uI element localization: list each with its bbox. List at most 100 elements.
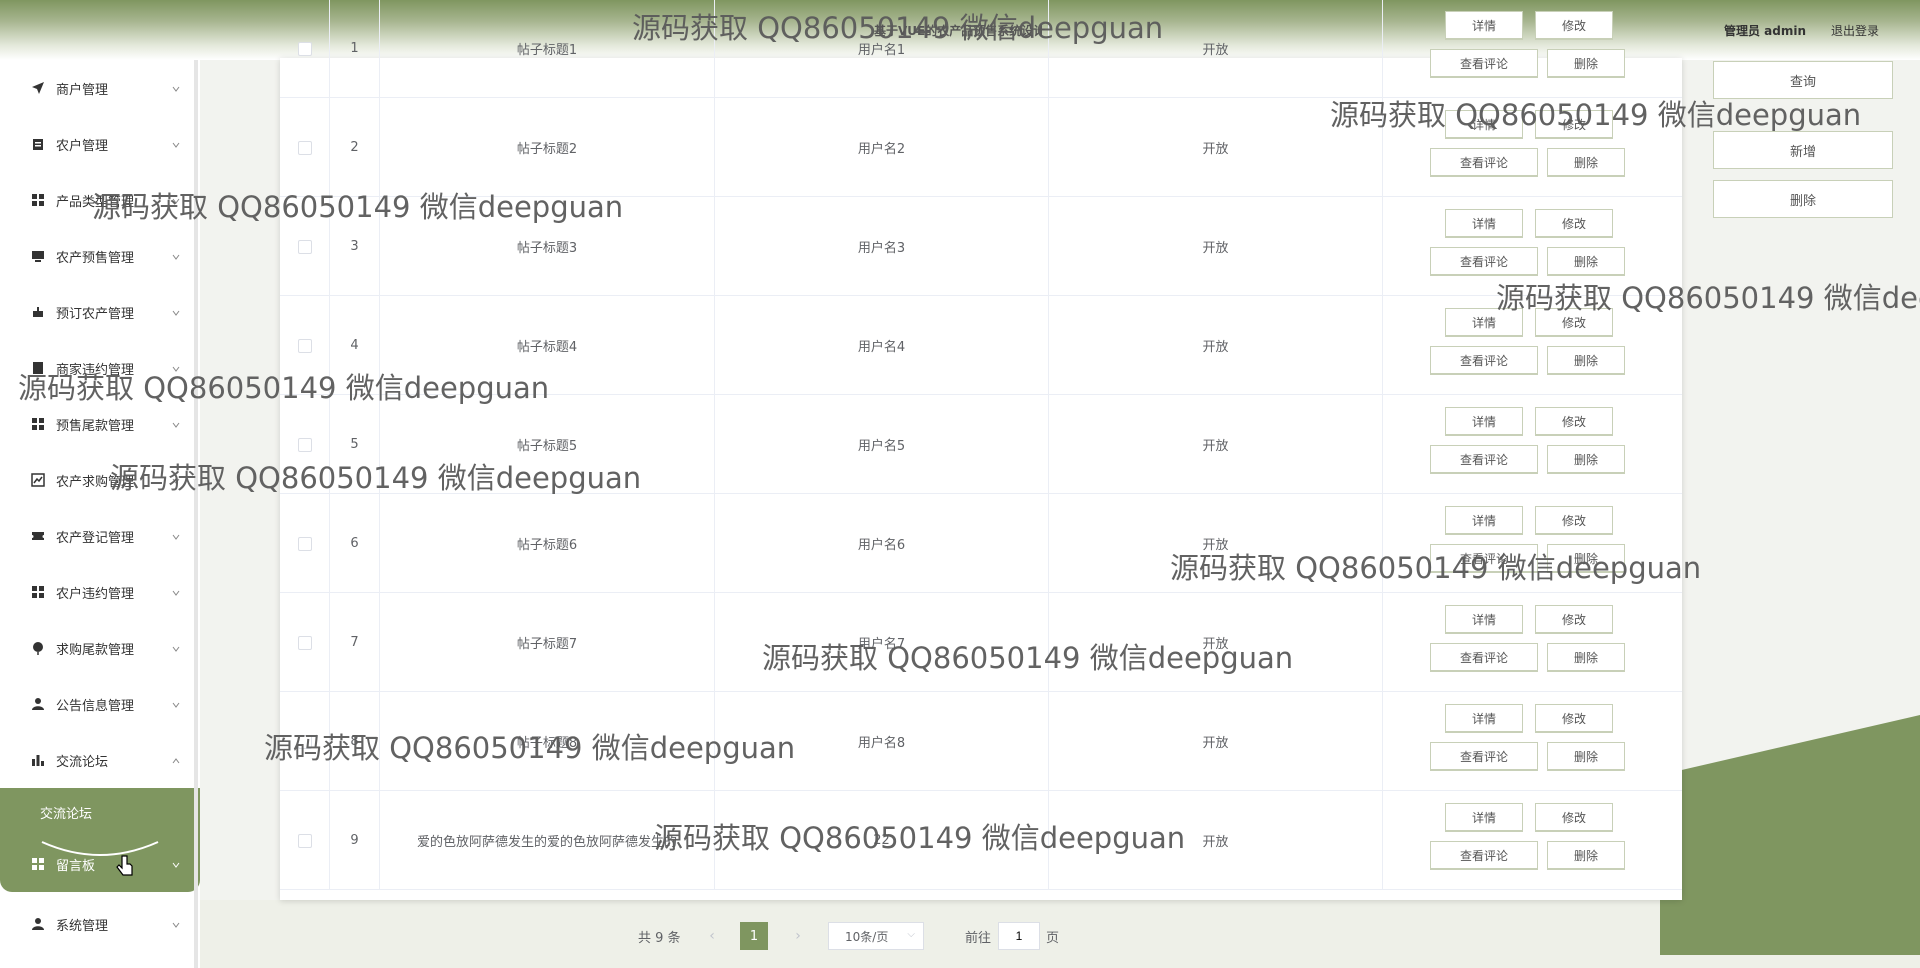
sidebar-item-label: 预订农产管理: [56, 306, 135, 322]
batch-delete-button[interactable]: 删除: [1713, 180, 1893, 218]
pin-icon: [30, 640, 46, 656]
sidebar-item-label: 交流论坛: [56, 754, 109, 770]
post-status: 开放: [1049, 692, 1383, 791]
sidebar-item[interactable]: 农户管理: [0, 116, 200, 172]
row-checkbox[interactable]: [297, 338, 312, 353]
chevron-down-icon: [172, 82, 180, 92]
row-actions: 详情 修改查看评论 删除: [1383, 791, 1682, 890]
delete-button[interactable]: 删除: [1547, 346, 1625, 374]
watermark: 源码获取 QQ86050149 微信deepguan: [762, 641, 1294, 675]
post-user: 用户名3: [715, 197, 1049, 296]
view-comments-button[interactable]: 查看评论: [1430, 148, 1538, 176]
detail-button[interactable]: 详情: [1445, 506, 1523, 534]
row-actions: 详情 修改查看评论 删除: [1383, 0, 1682, 98]
edit-button[interactable]: 修改: [1535, 506, 1613, 534]
sidebar-item-system[interactable]: 系统管理: [0, 896, 200, 952]
post-status: 开放: [1049, 197, 1383, 296]
watermark: 源码获取 QQ86050149 微信deepguan: [92, 190, 624, 224]
delete-button[interactable]: 删除: [1547, 247, 1625, 275]
prev-page-icon[interactable]: ‹: [702, 922, 722, 950]
row-checkbox[interactable]: [297, 437, 312, 452]
row-actions: 详情 修改查看评论 删除: [1383, 593, 1682, 692]
goto-page-input[interactable]: [998, 922, 1040, 950]
delete-button[interactable]: 删除: [1547, 445, 1625, 473]
user-icon: [30, 916, 46, 932]
delete-button[interactable]: 删除: [1547, 841, 1625, 869]
chevron-down-icon: [172, 642, 180, 652]
detail-button[interactable]: 详情: [1445, 803, 1523, 831]
row-checkbox[interactable]: [297, 635, 312, 650]
row-actions: 详情 修改查看评论 删除: [1383, 395, 1682, 494]
row-checkbox[interactable]: [297, 140, 312, 155]
sidebar-item[interactable]: 农产登记管理: [0, 508, 200, 564]
sidebar-item[interactable]: 商户管理: [0, 60, 200, 116]
admin-label: 管理员 admin: [1723, 24, 1806, 38]
sidebar-item-message-board[interactable]: 留言板: [0, 836, 200, 892]
delete-button[interactable]: 删除: [1547, 643, 1625, 671]
sidebar-item-label: 农户违约管理: [56, 586, 135, 602]
watermark: 源码获取 QQ86050149 微信deepguan: [110, 461, 642, 495]
chevron-down-icon: ⌵: [907, 929, 915, 940]
sidebar-item[interactable]: 交流论坛: [0, 732, 200, 788]
detail-button[interactable]: 详情: [1445, 704, 1523, 732]
detail-button[interactable]: 详情: [1445, 407, 1523, 435]
post-title: 帖子标题2: [380, 98, 715, 197]
sidebar-item-label: 求购尾款管理: [56, 642, 135, 658]
row-checkbox-cell: [280, 0, 330, 98]
delete-button[interactable]: 删除: [1547, 742, 1625, 770]
sidebar-item-label: 系统管理: [56, 918, 109, 934]
row-checkbox[interactable]: [297, 239, 312, 254]
delete-button[interactable]: 删除: [1547, 148, 1625, 176]
edit-button[interactable]: 修改: [1535, 605, 1613, 633]
view-comments-button[interactable]: 查看评论: [1430, 643, 1538, 671]
view-comments-button[interactable]: 查看评论: [1430, 742, 1538, 770]
edit-button[interactable]: 修改: [1535, 11, 1613, 39]
post-user: 用户名5: [715, 395, 1049, 494]
edit-button[interactable]: 修改: [1535, 803, 1613, 831]
view-comments-button[interactable]: 查看评论: [1430, 49, 1538, 77]
row-checkbox[interactable]: [297, 833, 312, 848]
trend-icon: [30, 472, 46, 488]
watermark: 源码获取 QQ86050149 微信deepguan: [18, 371, 550, 405]
chevron-down-icon: [172, 138, 180, 148]
sidebar-item[interactable]: 求购尾款管理: [0, 620, 200, 676]
sidebar-item[interactable]: 农产预售管理: [0, 228, 200, 284]
view-comments-button[interactable]: 查看评论: [1430, 445, 1538, 473]
row-checkbox[interactable]: [297, 536, 312, 551]
edit-button[interactable]: 修改: [1535, 407, 1613, 435]
sidebar-item[interactable]: 公告信息管理: [0, 676, 200, 732]
detail-button[interactable]: 详情: [1445, 11, 1523, 39]
sidebar-item[interactable]: 农户违约管理: [0, 564, 200, 620]
ticket-icon: [30, 528, 46, 544]
logout-link[interactable]: 退出登录: [1831, 22, 1879, 39]
view-comments-button[interactable]: 查看评论: [1430, 346, 1538, 374]
detail-button[interactable]: 详情: [1445, 605, 1523, 633]
pagination-total: 共 9 条: [638, 930, 681, 946]
delete-button[interactable]: 删除: [1547, 49, 1625, 77]
sidebar-item-label: 农产预售管理: [56, 250, 135, 266]
watermark: 源码获取 QQ86050149 微信deepguan: [654, 821, 1186, 855]
cart-icon: [30, 304, 46, 320]
chevron-down-icon: [172, 418, 180, 428]
next-page-icon[interactable]: ›: [788, 922, 808, 950]
sidebar-item[interactable]: 预订农产管理: [0, 284, 200, 340]
watermark: 源码获取 QQ86050149 微信deepguan: [264, 731, 796, 765]
row-checkbox[interactable]: [297, 41, 312, 56]
add-button[interactable]: 新增: [1713, 131, 1893, 169]
view-comments-button[interactable]: 查看评论: [1430, 841, 1538, 869]
post-user: 用户名2: [715, 98, 1049, 197]
decorative-triangle: [1660, 715, 1920, 955]
edit-button[interactable]: 修改: [1535, 704, 1613, 732]
chevron-down-icon: [172, 698, 180, 708]
sidebar-item-label: 公告信息管理: [56, 698, 135, 714]
row-index: 7: [330, 593, 380, 692]
page-number-current[interactable]: 1: [740, 922, 768, 950]
watermark: 源码获取 QQ86050149 微信deepguan: [1170, 551, 1702, 585]
edit-button[interactable]: 修改: [1535, 209, 1613, 237]
page-size-select[interactable]: 10条/页 ⌵: [828, 922, 924, 950]
view-comments-button[interactable]: 查看评论: [1430, 247, 1538, 275]
detail-button[interactable]: 详情: [1445, 209, 1523, 237]
send-icon: [30, 80, 46, 96]
row-checkbox-cell: [280, 593, 330, 692]
submenu-item-forum[interactable]: 交流论坛: [0, 788, 200, 836]
